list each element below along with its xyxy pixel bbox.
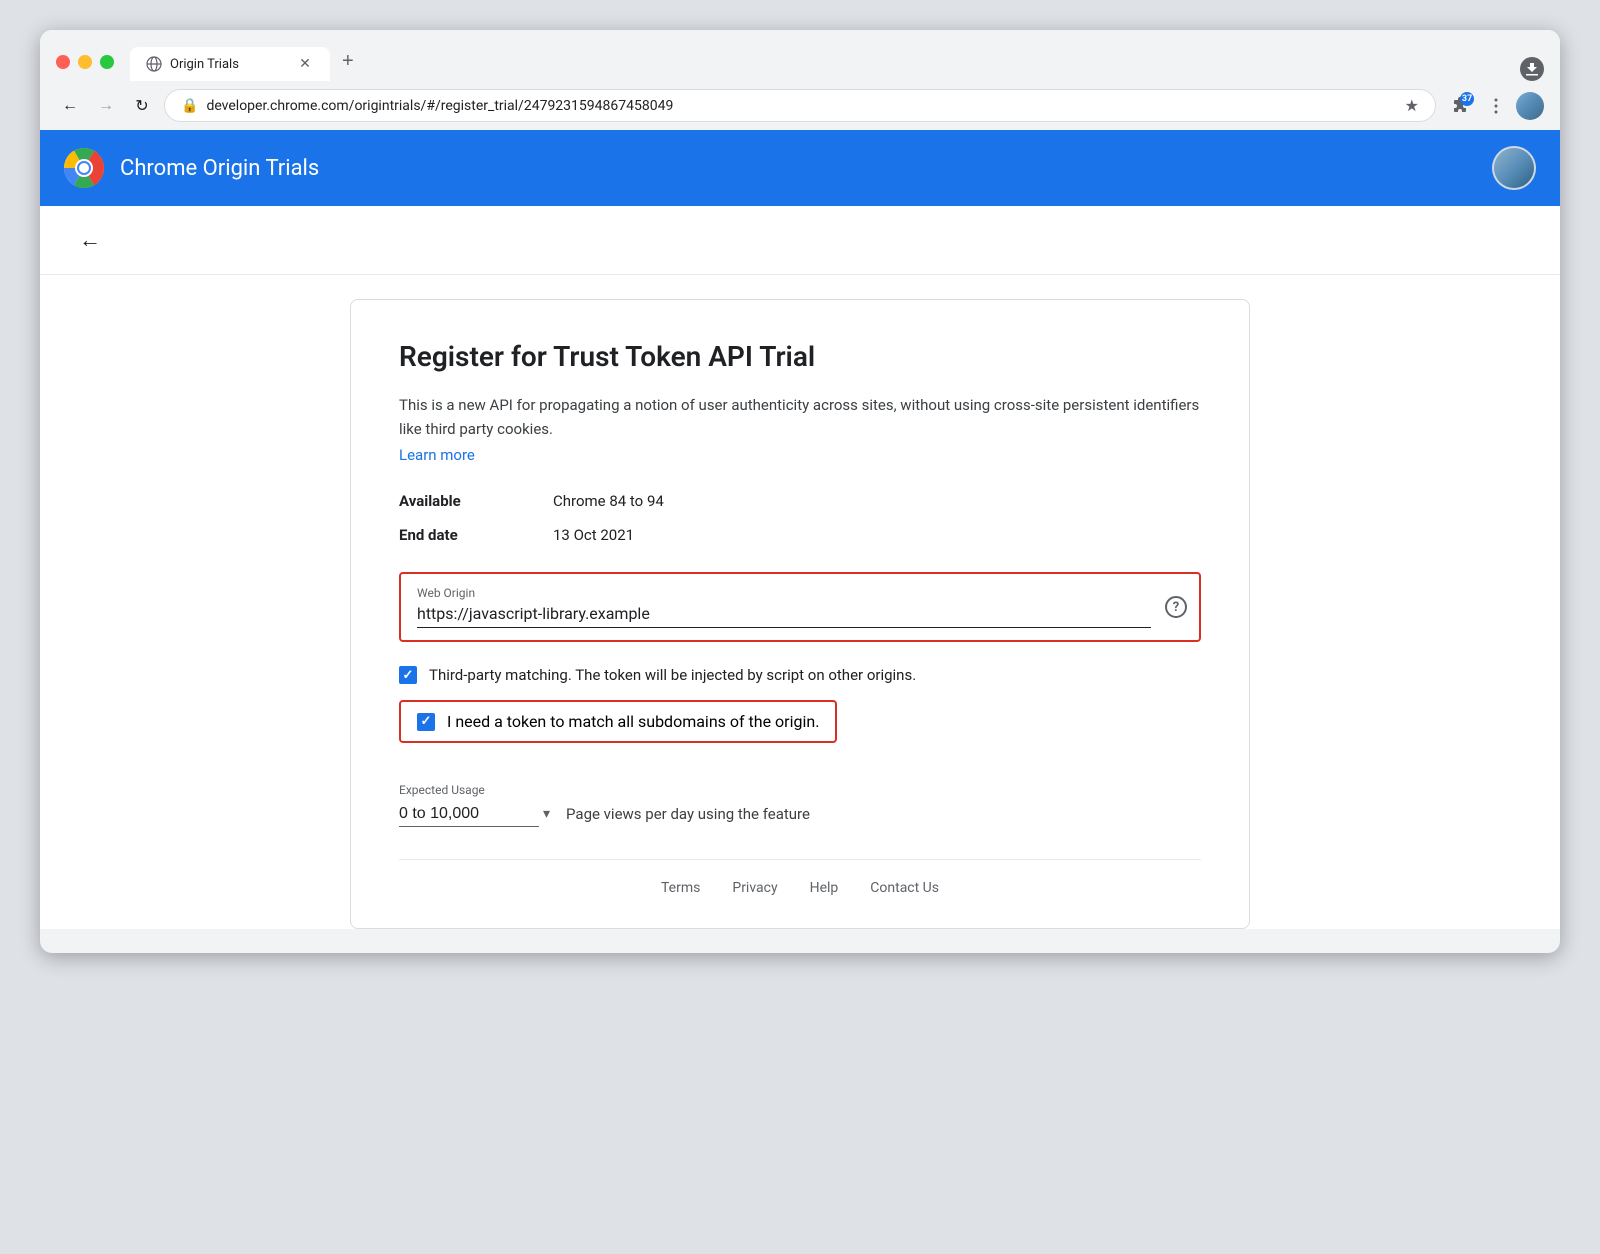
usage-section: Expected Usage 0 to 10,000 10,000 to 1M …: [399, 783, 1201, 827]
subdomain-label: I need a token to match all subdomains o…: [447, 712, 819, 731]
web-origin-input[interactable]: [417, 604, 1151, 623]
usage-label: Expected Usage: [399, 783, 1201, 797]
page-content: Chrome Origin Trials ← Register for Trus…: [40, 130, 1560, 929]
end-date-value: 13 Oct 2021: [553, 526, 1201, 544]
header-user-avatar[interactable]: [1492, 146, 1536, 190]
traffic-lights: [56, 55, 114, 69]
help-icon[interactable]: ?: [1165, 596, 1187, 618]
privacy-link[interactable]: Privacy: [732, 880, 777, 896]
web-origin-field: Web Origin ?: [399, 572, 1201, 642]
close-button[interactable]: [56, 55, 70, 69]
tab-close-button[interactable]: ✕: [296, 55, 314, 73]
chrome-logo-icon: [64, 148, 104, 188]
end-date-label: End date: [399, 526, 529, 544]
active-tab[interactable]: Origin Trials ✕: [130, 47, 330, 81]
tab-bar: Origin Trials ✕ +: [130, 42, 1544, 81]
maximize-button[interactable]: [100, 55, 114, 69]
card-description: This is a new API for propagating a noti…: [399, 393, 1201, 441]
usage-description: Page views per day using the feature: [566, 805, 810, 823]
back-nav: ←: [40, 206, 1560, 275]
contact-us-link[interactable]: Contact Us: [870, 880, 939, 896]
subdomain-checkbox[interactable]: ✓: [417, 713, 435, 731]
toolbar-icons: 37: [1444, 90, 1544, 122]
back-arrow-button[interactable]: ←: [72, 222, 108, 258]
reload-button[interactable]: ↻: [128, 92, 156, 120]
select-arrow-icon: ▾: [543, 806, 550, 822]
address-bar: ← → ↻ 🔒 developer.chrome.com/origintrial…: [40, 81, 1560, 130]
card-title: Register for Trust Token API Trial: [399, 340, 1201, 373]
minimize-button[interactable]: [78, 55, 92, 69]
bookmark-star-icon[interactable]: ★: [1405, 96, 1419, 115]
app-header: Chrome Origin Trials: [40, 130, 1560, 206]
info-grid: Available Chrome 84 to 94 End date 13 Oc…: [399, 492, 1201, 544]
url-bar[interactable]: 🔒 developer.chrome.com/origintrials/#/re…: [164, 89, 1436, 122]
card-footer: Terms Privacy Help Contact Us: [399, 859, 1201, 896]
learn-more-link[interactable]: Learn more: [399, 446, 475, 464]
main-card: Register for Trust Token API Trial This …: [350, 299, 1250, 929]
url-text: developer.chrome.com/origintrials/#/regi…: [206, 98, 1396, 114]
extensions-puzzle-icon[interactable]: 37: [1444, 90, 1476, 122]
web-origin-label: Web Origin: [417, 586, 1151, 600]
available-value: Chrome 84 to 94: [553, 492, 1201, 510]
subdomain-checkbox-row: ✓ I need a token to match all subdomains…: [399, 700, 837, 743]
app-title: Chrome Origin Trials: [120, 156, 319, 181]
forward-nav-button[interactable]: →: [92, 92, 120, 120]
tab-favicon: [146, 56, 162, 72]
lock-icon: 🔒: [181, 98, 198, 114]
third-party-checkbox[interactable]: ✓: [399, 666, 417, 684]
third-party-checkbox-row: ✓ Third-party matching. The token will b…: [399, 666, 1201, 684]
user-avatar[interactable]: [1516, 92, 1544, 120]
badge-count: 37: [1460, 92, 1474, 106]
browser-window: Origin Trials ✕ + ← → ↻ 🔒 developer.chro…: [40, 30, 1560, 953]
third-party-label: Third-party matching. The token will be …: [429, 666, 916, 684]
download-icon[interactable]: [1520, 57, 1544, 81]
more-menu-icon[interactable]: [1480, 90, 1512, 122]
help-link[interactable]: Help: [810, 880, 839, 896]
terms-link[interactable]: Terms: [661, 880, 700, 896]
new-tab-button[interactable]: +: [334, 42, 362, 81]
title-bar: Origin Trials ✕ +: [40, 30, 1560, 81]
tab-title: Origin Trials: [170, 57, 239, 72]
back-nav-button[interactable]: ←: [56, 92, 84, 120]
usage-select[interactable]: 0 to 10,000 10,000 to 1M 1M to 1B 1B+: [399, 801, 539, 827]
available-label: Available: [399, 492, 529, 510]
